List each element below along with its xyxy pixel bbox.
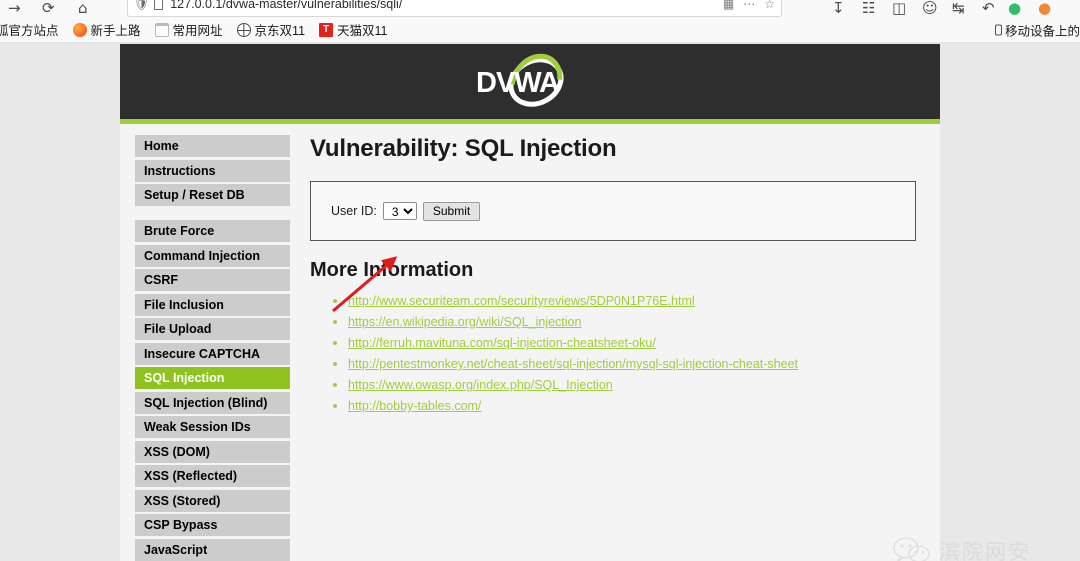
dvwa-logo: DVWA [470, 51, 590, 113]
list-item: http://bobby-tables.com/ [348, 397, 916, 415]
user-id-label: User ID: [331, 204, 377, 218]
tmall-icon: T [319, 22, 334, 37]
site-header: DVWA [120, 44, 940, 124]
bookmark-label: 常用网址 [172, 24, 223, 38]
user-id-form-row: User ID: 12345 Submit [331, 201, 481, 221]
sidebar-icon[interactable]: ◫ [892, 0, 906, 17]
address-bar[interactable]: 🛡 127.0.0.1/dvwa-master/vulnerabilities/… [127, 0, 782, 17]
user-id-select[interactable]: 12345 [382, 202, 417, 220]
bookmark-label: 天猫双11 [337, 24, 388, 38]
sidebar-item-xss-stored[interactable]: XSS (Stored) [135, 489, 290, 512]
firefox-icon [72, 22, 87, 37]
bookmark-item-4[interactable]: T 天猫双11 [319, 20, 388, 39]
info-link[interactable]: https://en.wikipedia.org/wiki/SQL_inject… [348, 315, 581, 329]
info-link[interactable]: https://www.owasp.org/index.php/SQL_Inje… [348, 378, 613, 392]
wechat-icon [893, 537, 930, 561]
svg-text:DVWA: DVWA [476, 67, 560, 99]
bookmark-item-0[interactable]: 狐官方站点 [0, 20, 59, 39]
wechat-watermark: 滨院网安 [892, 536, 1031, 561]
bookmark-item-3[interactable]: 京东双11 [236, 20, 306, 39]
sidebar-group-vulnerabilities: Brute Force Command Injection CSRF File … [135, 220, 290, 561]
reader-view-icon[interactable] [154, 0, 164, 10]
info-link[interactable]: http://ferruh.mavituna.com/sql-injection… [348, 336, 656, 350]
translate-icon[interactable]: ▦ [723, 0, 734, 11]
sidebar-item-file-upload[interactable]: File Upload [135, 318, 290, 340]
bookmark-star-icon[interactable]: ☆ [764, 0, 775, 11]
screenshot-root: → ⟳ ⌂ 🛡 127.0.0.1/dvwa-master/vulnerabil… [0, 0, 1080, 561]
sidebar-item-file-inclusion[interactable]: File Inclusion [135, 293, 290, 316]
vulnerability-form-box: User ID: 12345 Submit [310, 181, 916, 241]
folder-icon [154, 22, 169, 37]
forward-arrow-icon[interactable]: → [8, 0, 21, 17]
mobile-bookmarks-label: 移动设备上的 [1004, 24, 1080, 38]
account-icon[interactable]: ☺ [922, 0, 938, 17]
sidebar-item-sql-injection-blind[interactable]: SQL Injection (Blind) [135, 391, 290, 414]
bookmark-label: 京东双11 [254, 24, 306, 38]
share-icon[interactable]: ↹ [952, 0, 965, 17]
list-item: http://pentestmonkey.net/cheat-sheet/sql… [348, 355, 916, 373]
library-icon[interactable]: ☷ [862, 0, 875, 17]
whatsapp-icon[interactable]: ● [1008, 0, 1021, 17]
sidebar-item-command-injection[interactable]: Command Injection [135, 244, 290, 267]
sidebar-item-sql-injection[interactable]: SQL Injection [135, 367, 290, 389]
main-content: Vulnerability: SQL Injection User ID: 12… [290, 135, 940, 561]
reload-icon[interactable]: ⟳ [42, 0, 55, 17]
profile-icon[interactable]: ● [1038, 0, 1051, 17]
info-link[interactable]: http://www.securiteam.com/securityreview… [348, 294, 695, 308]
history-icon[interactable]: ↶ [982, 0, 995, 17]
download-icon[interactable]: ↧ [832, 0, 845, 17]
more-information-links: http://www.securiteam.com/securityreview… [310, 292, 916, 415]
submit-button[interactable]: Submit [422, 201, 481, 221]
bookmark-label: 新手上路 [90, 24, 141, 38]
url-text: 127.0.0.1/dvwa-master/vulnerabilities/sq… [170, 0, 403, 11]
page-actions-icon[interactable]: ⋯ [743, 0, 755, 11]
more-information-heading: More Information [310, 259, 474, 281]
bookmark-item-1[interactable]: 新手上路 [72, 20, 141, 39]
mobile-bookmarks-item[interactable]: 移动设备上的 [994, 20, 1080, 39]
info-link[interactable]: http://bobby-tables.com/ [348, 399, 481, 413]
info-link[interactable]: http://pentestmonkey.net/cheat-sheet/sql… [348, 357, 798, 371]
phone-icon [994, 24, 1002, 35]
browser-toolbar: → ⟳ ⌂ 🛡 127.0.0.1/dvwa-master/vulnerabil… [0, 0, 1080, 17]
list-item: http://ferruh.mavituna.com/sql-injection… [348, 334, 916, 352]
sidebar-item-xss-dom[interactable]: XSS (DOM) [135, 440, 290, 463]
sidebar-item-home[interactable]: Home [135, 135, 290, 157]
list-item: http://www.securiteam.com/securityreview… [348, 292, 916, 310]
page-body: Home Instructions Setup / Reset DB Brute… [120, 119, 940, 561]
sidebar-item-setup-reset-db[interactable]: Setup / Reset DB [135, 184, 290, 206]
sidebar-item-brute-force[interactable]: Brute Force [135, 220, 290, 242]
shield-icon: 🛡 [134, 0, 150, 11]
page-title: Vulnerability: SQL Injection [310, 135, 617, 162]
page-viewport: DVWA Home Instructions Setup / Reset DB … [0, 44, 1080, 561]
dvwa-page-container: DVWA Home Instructions Setup / Reset DB … [120, 44, 940, 561]
globe-icon [236, 22, 251, 37]
sidebar-item-javascript[interactable]: JavaScript [135, 538, 290, 561]
bookmark-item-2[interactable]: 常用网址 [154, 20, 223, 39]
sidebar-item-instructions[interactable]: Instructions [135, 159, 290, 182]
bookmarks-toolbar: 狐官方站点 新手上路 常用网址 京东双11 T 天猫双11 移动设备上的 [0, 17, 1080, 43]
list-item: https://en.wikipedia.org/wiki/SQL_inject… [348, 313, 916, 331]
sidebar-item-weak-session-ids[interactable]: Weak Session IDs [135, 416, 290, 438]
sidebar-group-main: Home Instructions Setup / Reset DB [135, 135, 290, 206]
bookmark-label: 狐官方站点 [0, 24, 59, 38]
list-item: https://www.owasp.org/index.php/SQL_Inje… [348, 376, 916, 394]
sidebar-item-csp-bypass[interactable]: CSP Bypass [135, 514, 290, 536]
sidebar-menu: Home Instructions Setup / Reset DB Brute… [120, 135, 290, 561]
wechat-watermark-text: 滨院网安 [939, 540, 1031, 561]
sidebar-item-xss-reflected[interactable]: XSS (Reflected) [135, 465, 290, 487]
sidebar-item-csrf[interactable]: CSRF [135, 269, 290, 291]
sidebar-item-insecure-captcha[interactable]: Insecure CAPTCHA [135, 342, 290, 365]
home-icon[interactable]: ⌂ [78, 0, 88, 17]
